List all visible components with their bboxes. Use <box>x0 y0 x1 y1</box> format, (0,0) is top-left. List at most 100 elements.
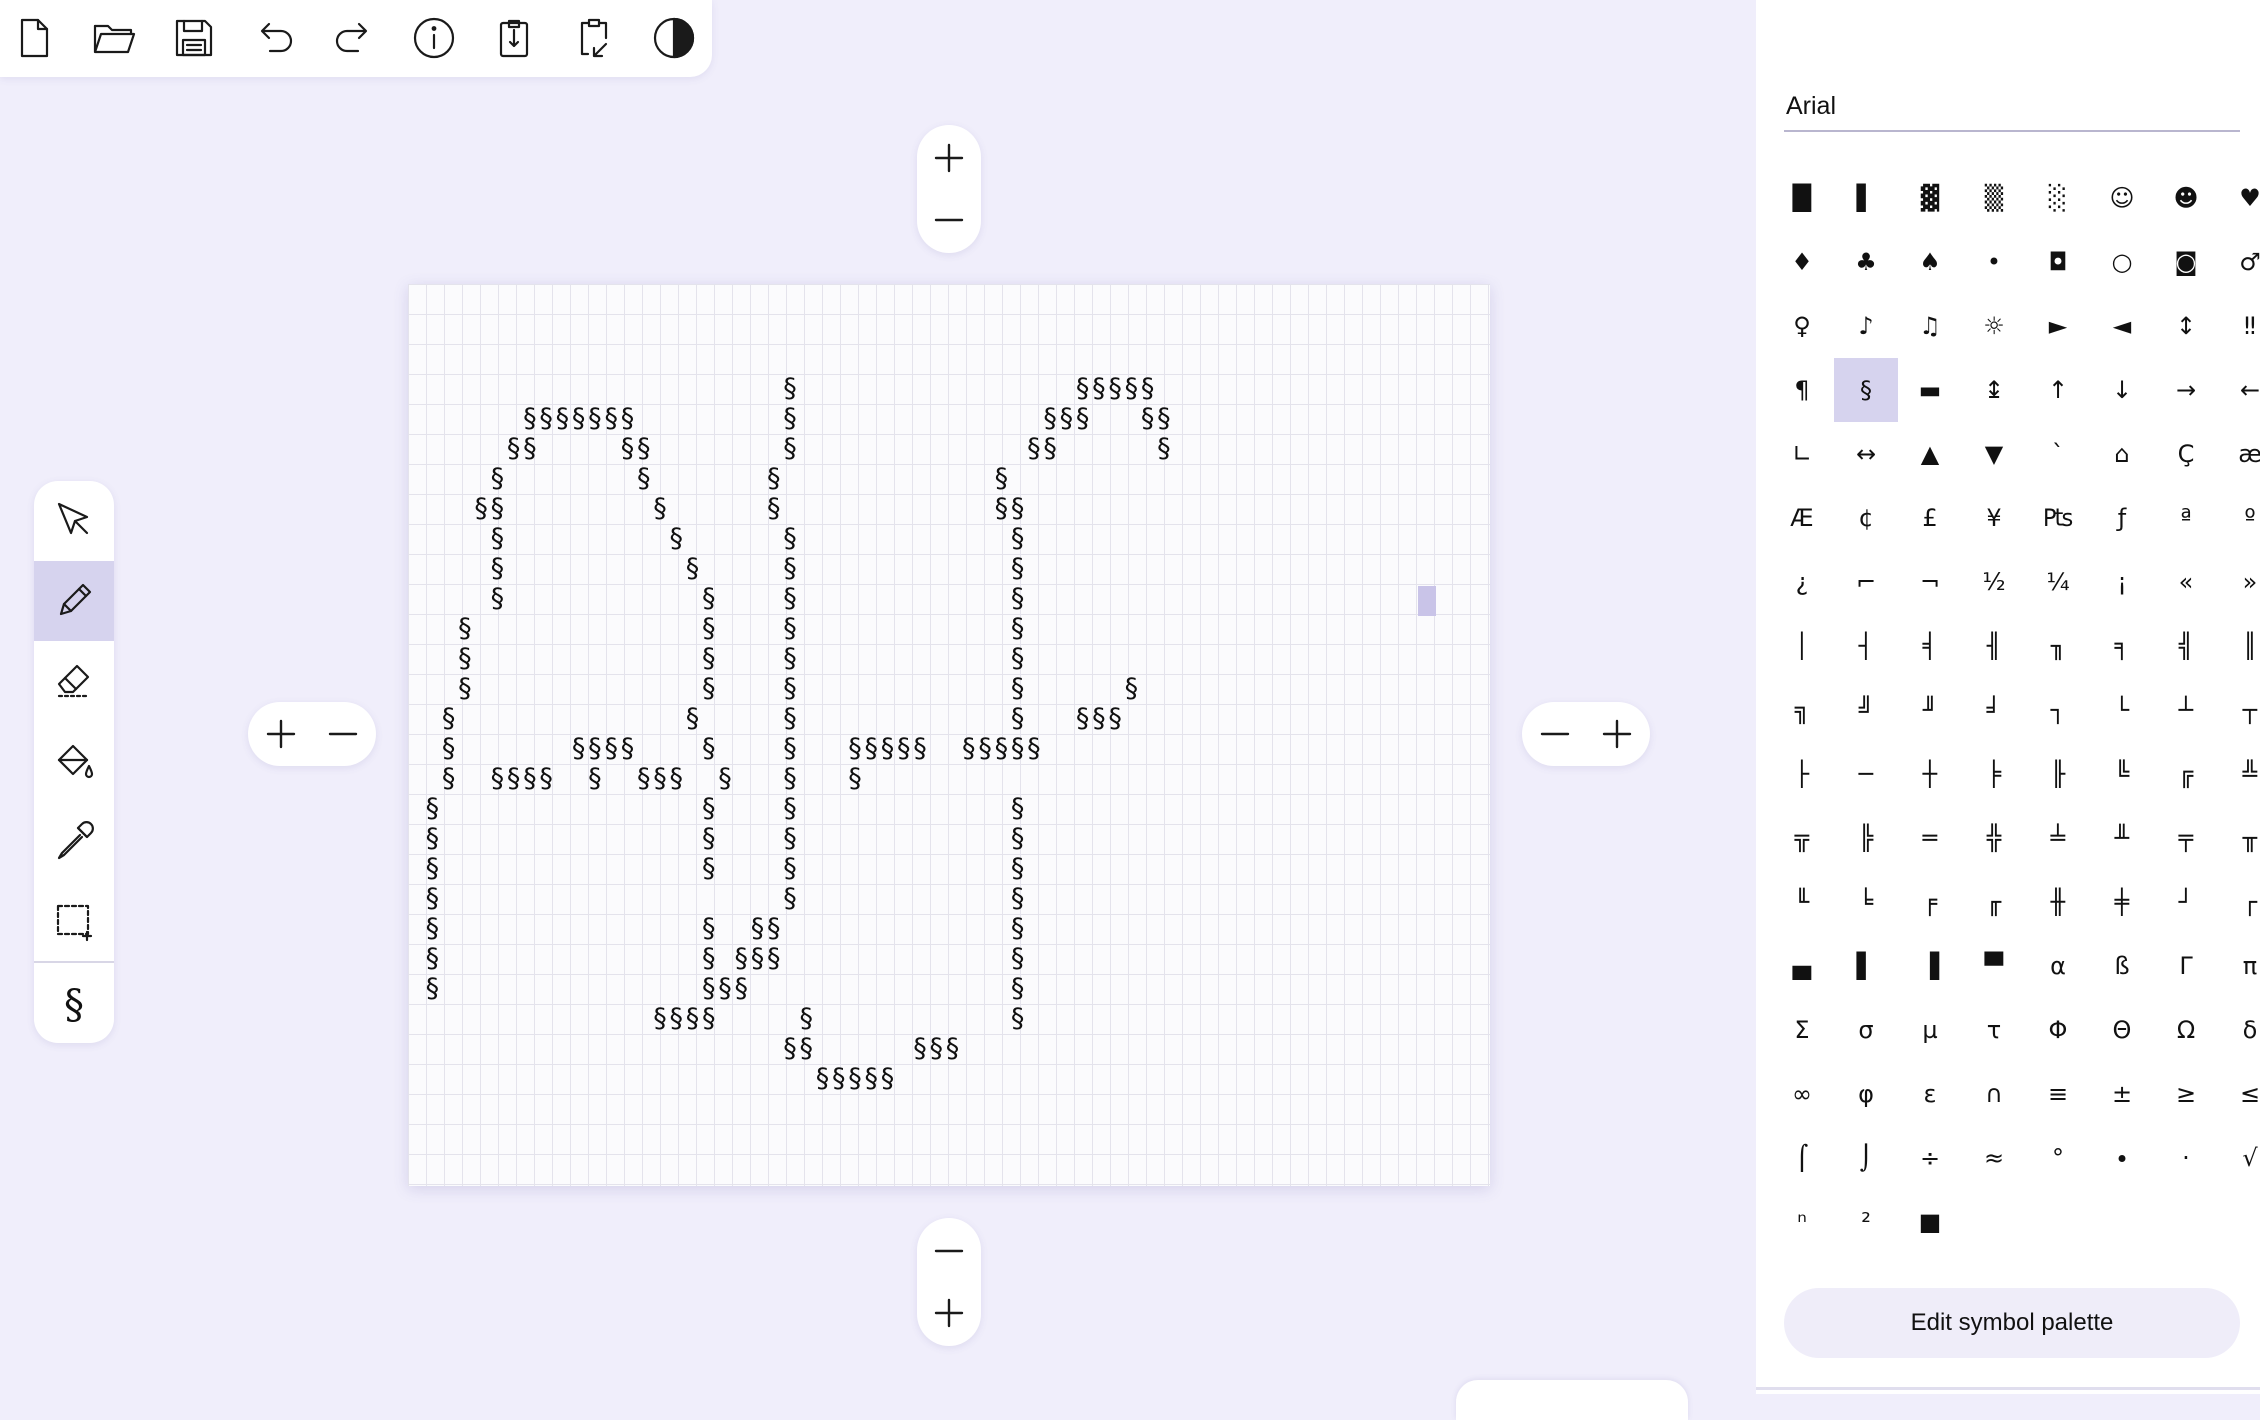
symbol-cell[interactable]: ╬ <box>1962 806 2026 870</box>
add-column-right-button[interactable] <box>1587 704 1647 764</box>
symbol-cell[interactable]: ♀ <box>1770 294 1834 358</box>
symbol-cell[interactable]: ☻ <box>2154 166 2218 230</box>
save-button[interactable] <box>162 8 226 68</box>
symbol-cell[interactable]: ↨ <box>1962 358 2026 422</box>
remove-column-left-button[interactable] <box>313 704 373 764</box>
symbol-cell[interactable]: ª <box>2154 486 2218 550</box>
symbol-cell[interactable]: ε <box>1898 1062 1962 1126</box>
symbol-cell[interactable]: ↓ <box>2090 358 2154 422</box>
symbol-cell[interactable]: └ <box>2090 678 2154 742</box>
marquee-tool[interactable] <box>34 881 114 961</box>
symbol-cell[interactable]: ◙ <box>2154 230 2218 294</box>
symbol-cell[interactable]: ▄ <box>1770 934 1834 998</box>
remove-row-bottom-button[interactable] <box>919 1221 979 1281</box>
symbol-cell[interactable]: ╣ <box>2154 614 2218 678</box>
symbol-cell[interactable]: ▀ <box>1962 934 2026 998</box>
symbol-cell[interactable]: │ <box>1770 614 1834 678</box>
symbol-cell[interactable]: ┴ <box>2154 678 2218 742</box>
symbol-cell[interactable]: ≥ <box>2154 1062 2218 1126</box>
symbol-cell[interactable]: ╓ <box>1962 870 2026 934</box>
symbol-cell[interactable]: Ω <box>2154 998 2218 1062</box>
select-tool[interactable] <box>34 481 114 561</box>
symbol-cell[interactable]: ≈ <box>1962 1126 2026 1190</box>
symbol-cell[interactable]: ƒ <box>2090 486 2154 550</box>
symbol-cell[interactable]: ∞ <box>1770 1062 1834 1126</box>
symbol-cell[interactable]: ┘ <box>2154 870 2218 934</box>
symbol-cell[interactable]: ◄ <box>2090 294 2154 358</box>
bottom-drawer-handle[interactable] <box>1456 1380 1688 1420</box>
symbol-cell[interactable]: π <box>2218 934 2260 998</box>
symbol-cell[interactable]: ¥ <box>1962 486 2026 550</box>
font-input[interactable] <box>1784 82 2240 132</box>
symbol-cell[interactable]: ╖ <box>2026 614 2090 678</box>
eraser-tool[interactable] <box>34 641 114 721</box>
symbol-cell[interactable]: ÷ <box>1898 1126 1962 1190</box>
paste-button[interactable] <box>562 8 626 68</box>
current-symbol-tool[interactable]: § <box>34 965 114 1043</box>
symbol-cell[interactable]: ⌠ <box>1770 1126 1834 1190</box>
symbol-cell[interactable]: ┤ <box>1834 614 1898 678</box>
symbol-cell[interactable]: µ <box>1898 998 1962 1062</box>
symbol-cell[interactable]: Γ <box>2154 934 2218 998</box>
symbol-cell[interactable]: Σ <box>1770 998 1834 1062</box>
symbol-cell[interactable]: █ <box>1770 166 1834 230</box>
symbol-cell[interactable]: ╒ <box>1898 870 1962 934</box>
symbol-cell[interactable]: ► <box>2026 294 2090 358</box>
symbol-cell[interactable]: ⌡ <box>1834 1126 1898 1190</box>
symbol-cell[interactable]: » <box>2218 550 2260 614</box>
symbol-cell[interactable]: ∙ <box>2090 1126 2154 1190</box>
add-column-left-button[interactable] <box>251 704 311 764</box>
symbol-cell[interactable]: º <box>2218 486 2260 550</box>
symbol-cell[interactable]: ° <box>2026 1126 2090 1190</box>
symbol-cell[interactable]: ░ <box>2026 166 2090 230</box>
undo-button[interactable] <box>242 8 306 68</box>
symbol-cell[interactable]: ▌ <box>1834 934 1898 998</box>
symbol-cell[interactable]: ≤ <box>2218 1062 2260 1126</box>
symbol-cell[interactable]: ├ <box>1770 742 1834 806</box>
symbol-cell[interactable]: ¶ <box>1770 358 1834 422</box>
symbol-cell[interactable]: ¡ <box>2090 550 2154 614</box>
symbol-cell[interactable]: ╜ <box>1898 678 1962 742</box>
symbol-cell[interactable]: ═ <box>1898 806 1962 870</box>
symbol-cell[interactable]: ¼ <box>2026 550 2090 614</box>
symbol-cell[interactable]: ← <box>2218 358 2260 422</box>
symbol-cell[interactable]: ♣ <box>1834 230 1898 294</box>
symbol-cell[interactable]: ╧ <box>2026 806 2090 870</box>
new-file-button[interactable] <box>2 8 66 68</box>
symbol-cell[interactable]: Θ <box>2090 998 2154 1062</box>
symbol-cell[interactable]: ╨ <box>2090 806 2154 870</box>
symbol-cell[interactable]: ╡ <box>1898 614 1962 678</box>
add-row-top-button[interactable] <box>919 128 979 188</box>
remove-column-right-button[interactable] <box>1525 704 1585 764</box>
symbol-cell[interactable]: ↑ <box>2026 358 2090 422</box>
symbol-cell[interactable]: ♫ <box>1898 294 1962 358</box>
symbol-cell[interactable]: ` <box>2026 422 2090 486</box>
symbol-cell[interactable]: ○ <box>2090 230 2154 294</box>
symbol-cell[interactable]: ─ <box>1834 742 1898 806</box>
symbol-cell[interactable]: Φ <box>2026 998 2090 1062</box>
symbol-cell[interactable]: ╢ <box>1962 614 2026 678</box>
symbol-cell[interactable]: ☼ <box>1962 294 2026 358</box>
symbol-cell[interactable]: § <box>1834 358 1898 422</box>
symbol-cell[interactable]: ◘ <box>2026 230 2090 294</box>
symbol-cell[interactable]: ╩ <box>2218 742 2260 806</box>
symbol-cell[interactable]: ╝ <box>1834 678 1898 742</box>
drawing-canvas[interactable]: § §§§§§ §§§§§§§ § §§§ §§ §§ §§ § §§ § § … <box>408 284 1490 1186</box>
symbol-cell[interactable]: τ <box>1962 998 2026 1062</box>
symbol-cell[interactable]: √ <box>2218 1126 2260 1190</box>
symbol-cell[interactable]: ♠ <box>1898 230 1962 294</box>
symbol-cell[interactable]: α <box>2026 934 2090 998</box>
symbol-cell[interactable]: ┼ <box>1898 742 1962 806</box>
symbol-cell[interactable]: ♂ <box>2218 230 2260 294</box>
symbol-cell[interactable]: ▒ <box>1962 166 2026 230</box>
symbol-cell[interactable]: ╫ <box>2026 870 2090 934</box>
symbol-cell[interactable]: ┐ <box>2026 678 2090 742</box>
symbol-cell[interactable]: ╙ <box>1770 870 1834 934</box>
redo-button[interactable] <box>322 8 386 68</box>
symbol-cell[interactable]: ╗ <box>1770 678 1834 742</box>
contrast-button[interactable] <box>642 8 706 68</box>
symbol-cell[interactable]: ♥ <box>2218 166 2260 230</box>
symbol-cell[interactable]: ₧ <box>2026 486 2090 550</box>
symbol-cell[interactable]: £ <box>1898 486 1962 550</box>
symbol-cell[interactable]: ╚ <box>2090 742 2154 806</box>
